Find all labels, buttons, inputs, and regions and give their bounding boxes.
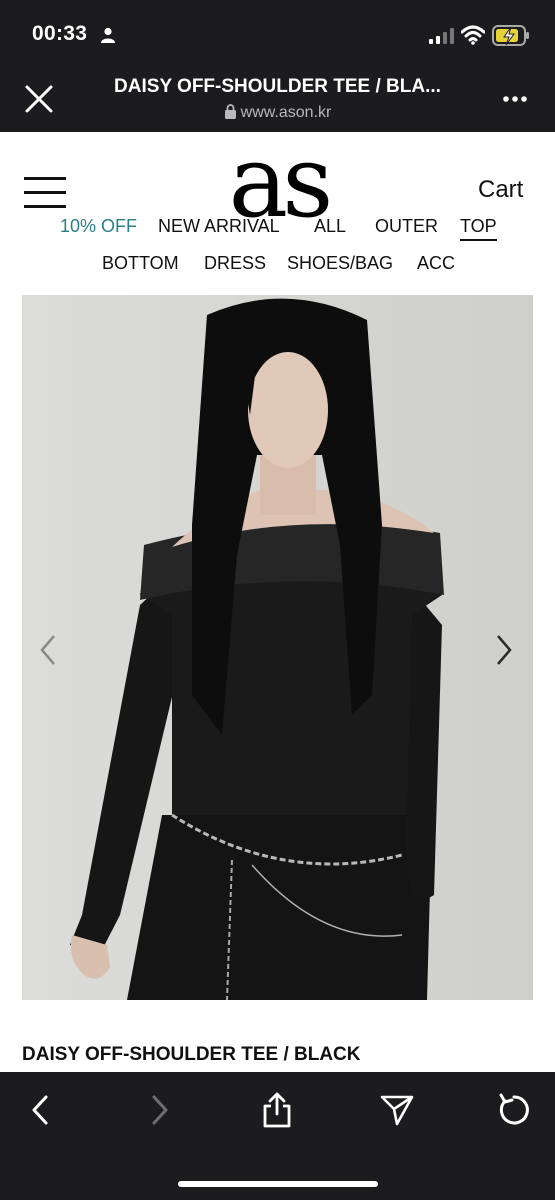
web-content: as Cart 10% OFF NEW ARRIVAL ALL OUTER TO… bbox=[0, 132, 555, 1072]
nav-item-all[interactable]: ALL bbox=[314, 216, 346, 237]
nav-row-2: BOTTOM DRESS SHOES/BAG ACC bbox=[0, 253, 555, 283]
forward-icon bbox=[152, 1095, 168, 1125]
home-indicator[interactable] bbox=[178, 1181, 378, 1187]
chevron-right-icon[interactable] bbox=[490, 632, 520, 668]
send-button[interactable] bbox=[377, 1090, 417, 1130]
close-button[interactable] bbox=[20, 80, 58, 118]
more-options-button[interactable] bbox=[500, 84, 530, 114]
battery-charging-icon bbox=[492, 25, 529, 46]
nav-row-1: 10% OFF NEW ARRIVAL ALL OUTER TOP bbox=[0, 216, 555, 246]
close-icon bbox=[25, 85, 53, 113]
more-icon bbox=[503, 96, 527, 102]
status-time: 00:33 bbox=[32, 22, 88, 45]
send-icon bbox=[380, 1095, 414, 1126]
chevron-left-icon[interactable] bbox=[34, 632, 64, 668]
browser-top-bar: 00:33 DAISY OFF-SHOULDER TEE / BLA... ww… bbox=[0, 0, 555, 132]
nav-item-10-off[interactable]: 10% OFF bbox=[60, 216, 137, 237]
url-text: www.ason.kr bbox=[240, 104, 332, 121]
hamburger-menu-icon[interactable] bbox=[24, 176, 66, 210]
signal-icon bbox=[429, 28, 454, 44]
nav-item-top[interactable]: TOP bbox=[460, 216, 497, 241]
nav-item-shoes-bag[interactable]: SHOES/BAG bbox=[287, 253, 393, 274]
cart-link[interactable]: Cart bbox=[478, 176, 523, 204]
nav-item-new-arrival[interactable]: NEW ARRIVAL bbox=[158, 216, 280, 237]
back-button[interactable] bbox=[20, 1090, 60, 1130]
person-icon bbox=[101, 27, 115, 43]
page-title: DAISY OFF-SHOULDER TEE / BLA... bbox=[114, 76, 441, 97]
reload-icon bbox=[499, 1093, 529, 1125]
nav-item-acc[interactable]: ACC bbox=[417, 253, 455, 274]
wifi-icon bbox=[461, 25, 485, 45]
product-name: DAISY OFF-SHOULDER TEE / BLACK bbox=[22, 1044, 361, 1065]
nav-item-dress[interactable]: DRESS bbox=[204, 253, 266, 274]
back-icon bbox=[32, 1095, 48, 1125]
share-button[interactable] bbox=[257, 1090, 297, 1130]
product-photo-illustration bbox=[22, 295, 533, 1000]
nav-item-bottom[interactable]: BOTTOM bbox=[102, 253, 179, 274]
lock-icon bbox=[224, 104, 236, 119]
reload-button[interactable] bbox=[494, 1090, 534, 1130]
nav-item-outer[interactable]: OUTER bbox=[375, 216, 438, 237]
browser-bottom-toolbar bbox=[0, 1072, 555, 1200]
page-url[interactable]: www.ason.kr bbox=[90, 104, 465, 122]
forward-button[interactable] bbox=[140, 1090, 180, 1130]
share-icon bbox=[263, 1092, 291, 1128]
product-image[interactable] bbox=[22, 295, 533, 1000]
